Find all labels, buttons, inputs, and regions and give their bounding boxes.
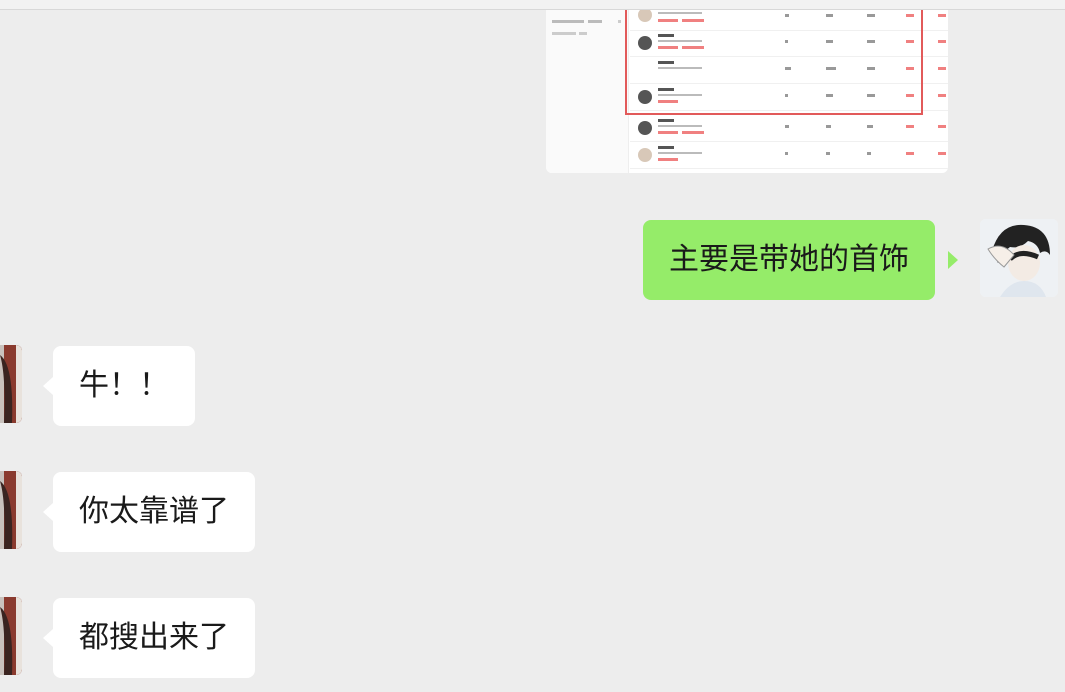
message-text: 都搜出来了 xyxy=(79,620,229,655)
screenshot-row xyxy=(630,142,948,169)
screenshot-highlight-box xyxy=(625,10,923,115)
self-avatar[interactable] xyxy=(980,219,1058,297)
avatar-image-icon xyxy=(0,597,22,675)
avatar-image-icon xyxy=(0,471,22,549)
message-bubble-self[interactable]: 主要是带她的首饰 xyxy=(643,220,935,300)
message-bubble-other[interactable]: 都搜出来了 xyxy=(53,598,255,678)
avatar-image-icon xyxy=(980,219,1058,297)
contact-avatar[interactable] xyxy=(0,471,22,549)
message-bubble-other[interactable]: 牛！！ xyxy=(53,346,195,426)
bubble-tail xyxy=(43,503,53,521)
window-top-edge xyxy=(0,0,1065,10)
bubble-tail xyxy=(43,377,53,395)
message-text: 你太靠谱了 xyxy=(79,494,229,529)
bubble-tail xyxy=(43,629,53,647)
message-text: 主要是带她的首饰 xyxy=(669,242,909,277)
contact-avatar[interactable] xyxy=(0,597,22,675)
screenshot-row xyxy=(630,115,948,142)
contact-avatar[interactable] xyxy=(0,345,22,423)
shared-screenshot-image[interactable] xyxy=(546,10,948,173)
screenshot-sidebar xyxy=(546,10,629,173)
message-bubble-other[interactable]: 你太靠谱了 xyxy=(53,472,255,552)
message-text: 牛！！ xyxy=(79,368,169,403)
bubble-tail xyxy=(948,251,958,269)
avatar-image-icon xyxy=(0,345,22,423)
